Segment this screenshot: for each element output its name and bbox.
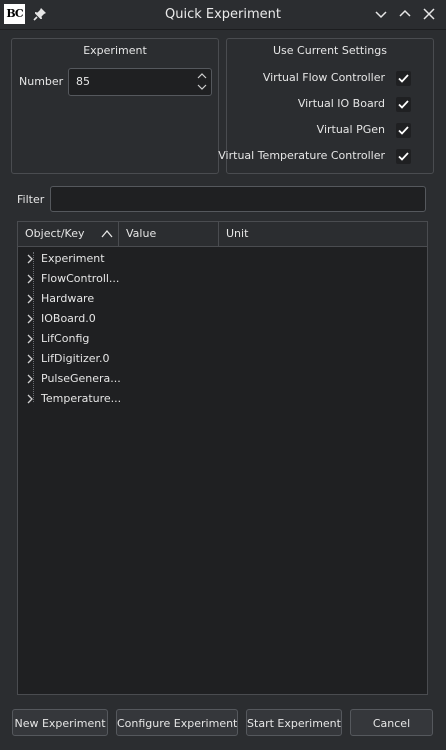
tree-header: Object/Key Value Unit	[18, 222, 427, 247]
experiment-group	[11, 38, 219, 174]
number-spinbox[interactable]: 85	[68, 68, 212, 96]
virtual-temperature-controller-checkbox[interactable]	[396, 149, 411, 164]
configure-experiment-button[interactable]: Configure Experiment	[116, 709, 238, 736]
tree-row-lifconfig[interactable]: LifConfig	[18, 329, 426, 349]
chevron-right-icon[interactable]	[24, 393, 36, 405]
filter-input[interactable]	[50, 186, 426, 212]
chevron-right-icon[interactable]	[24, 373, 36, 385]
chevron-up-icon	[399, 9, 411, 17]
virtual-flow-controller-label: Virtual Flow Controller	[262, 71, 385, 84]
number-value: 85	[76, 75, 90, 88]
experiment-group-title: Experiment	[83, 44, 147, 57]
chevron-right-icon[interactable]	[24, 333, 36, 345]
tree-row-label: Temperature...	[41, 392, 122, 405]
checkmark-icon	[398, 152, 409, 161]
column-unit-label: Unit	[226, 227, 249, 240]
virtual-io-board-label: Virtual IO Board	[297, 97, 385, 110]
tree-row-flowcontroller[interactable]: FlowControll...	[18, 269, 426, 289]
settings-group-title: Use Current Settings	[273, 44, 387, 57]
column-value-label: Value	[126, 227, 157, 240]
chevron-right-icon[interactable]	[24, 313, 36, 325]
filter-label: Filter	[17, 193, 45, 206]
tree-row-label: FlowControll...	[41, 272, 120, 285]
cancel-button[interactable]: Cancel	[350, 709, 433, 736]
chevron-right-icon[interactable]	[24, 353, 36, 365]
number-label: Number	[19, 75, 64, 88]
column-object-key-label: Object/Key	[25, 227, 85, 240]
object-tree[interactable]: Object/Key Value Unit Experiment FlowCon…	[17, 221, 428, 695]
tree-row-label: PulseGenera...	[41, 372, 121, 385]
tree-row-pulsegenerator[interactable]: PulseGenera...	[18, 369, 426, 389]
checkmark-icon	[398, 126, 409, 135]
tree-row-ioboard[interactable]: IOBoard.0	[18, 309, 426, 329]
close-button[interactable]	[420, 5, 438, 23]
minimize-button[interactable]	[372, 5, 390, 23]
virtual-flow-controller-checkbox[interactable]	[396, 71, 411, 86]
maximize-button[interactable]	[396, 5, 414, 23]
column-value[interactable]: Value	[119, 222, 219, 246]
tree-row-experiment[interactable]: Experiment	[18, 249, 426, 269]
checkmark-icon	[398, 100, 409, 109]
column-object-key[interactable]: Object/Key	[18, 222, 119, 246]
tree-row-label: Experiment	[41, 252, 105, 265]
column-unit[interactable]: Unit	[219, 222, 427, 246]
tree-row-hardware[interactable]: Hardware	[18, 289, 426, 309]
close-icon	[423, 8, 435, 20]
tree-row-lifdigitizer[interactable]: LifDigitizer.0	[18, 349, 426, 369]
chevron-right-icon[interactable]	[24, 293, 36, 305]
chevron-right-icon[interactable]	[24, 273, 36, 285]
checkmark-icon	[398, 74, 409, 83]
virtual-pgen-checkbox[interactable]	[396, 123, 411, 138]
virtual-pgen-label: Virtual PGen	[316, 123, 385, 136]
start-experiment-button[interactable]: Start Experiment	[246, 709, 342, 736]
sort-ascending-icon	[101, 229, 113, 238]
new-experiment-button[interactable]: New Experiment	[12, 709, 108, 736]
virtual-io-board-checkbox[interactable]	[396, 97, 411, 112]
spin-up-icon[interactable]	[196, 72, 208, 80]
tree-row-label: Hardware	[41, 292, 95, 305]
tree-row-label: IOBoard.0	[41, 312, 96, 325]
spin-down-icon[interactable]	[196, 83, 208, 91]
chevron-right-icon[interactable]	[24, 253, 36, 265]
tree-row-label: LifDigitizer.0	[41, 352, 110, 365]
chevron-down-icon	[375, 11, 387, 19]
virtual-temperature-controller-label: Virtual Temperature Controller	[218, 149, 385, 162]
tree-row-label: LifConfig	[41, 332, 90, 345]
tree-row-temperature[interactable]: Temperature...	[18, 389, 426, 409]
